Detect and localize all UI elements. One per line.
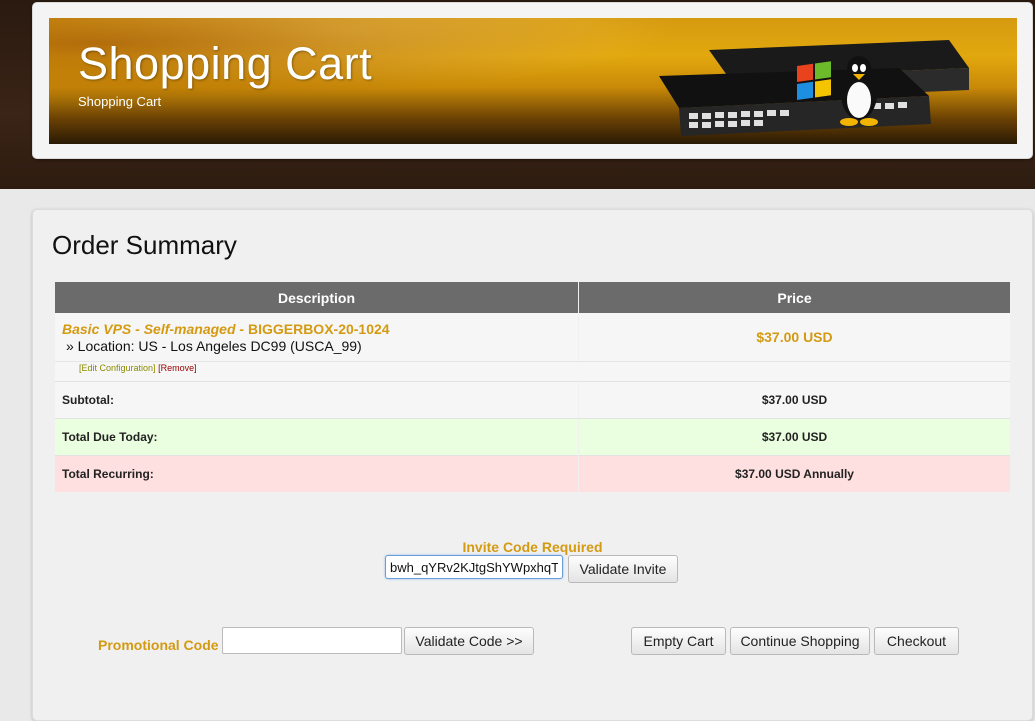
subtotal-label: Subtotal:	[55, 381, 578, 418]
edit-configuration-link[interactable]: [Edit Configuration]	[79, 363, 156, 373]
continue-shopping-button[interactable]: Continue Shopping	[730, 627, 870, 655]
due-today-row: Total Due Today: $37.00 USD	[55, 418, 1010, 455]
banner-subtitle: Shopping Cart	[78, 94, 162, 109]
checkout-button[interactable]: Checkout	[874, 627, 959, 655]
product-code: BIGGERBOX-20-1024	[247, 320, 390, 337]
product-separator: -	[235, 320, 248, 337]
product-name: Basic VPS - Self-managed	[62, 320, 236, 337]
product-location: » Location: US - Los Angeles DC99 (USCA_…	[66, 337, 362, 354]
column-description: Description	[55, 282, 578, 313]
empty-cart-button[interactable]: Empty Cart	[631, 627, 726, 655]
table-row: [Edit Configuration] [Remove]	[55, 361, 1010, 381]
order-table: Description Price Basic VPS - Self-manag…	[54, 282, 1011, 492]
column-price: Price	[579, 282, 1010, 313]
product-description: Basic VPS - Self-managed - BIGGERBOX-20-…	[55, 313, 578, 361]
order-panel: Order Summary Description Price Basic VP…	[32, 209, 1033, 721]
header-frame: Shopping Cart Shopping Cart	[32, 2, 1033, 159]
product-actions: [Edit Configuration] [Remove]	[55, 361, 1010, 381]
validate-invite-button[interactable]: Validate Invite	[568, 555, 678, 583]
promo-code-label: Promotional Code	[98, 637, 219, 653]
subtotal-row: Subtotal: $37.00 USD	[55, 381, 1010, 418]
validate-code-button[interactable]: Validate Code >>	[404, 627, 534, 655]
recurring-label: Total Recurring:	[55, 455, 578, 492]
header-banner: Shopping Cart Shopping Cart	[49, 18, 1017, 144]
promo-code-input[interactable]	[222, 627, 402, 654]
subtotal-value: $37.00 USD	[579, 381, 1010, 418]
recurring-value: $37.00 USD Annually	[579, 455, 1010, 492]
invite-code-input[interactable]	[385, 555, 563, 579]
recurring-row: Total Recurring: $37.00 USD Annually	[55, 455, 1010, 492]
server-switch-image	[659, 40, 969, 136]
invite-code-title: Invite Code Required	[462, 539, 603, 555]
due-today-label: Total Due Today:	[55, 418, 578, 455]
due-today-value: $37.00 USD	[579, 418, 1010, 455]
banner-title: Shopping Cart	[78, 38, 373, 89]
order-summary-heading: Order Summary	[52, 230, 237, 260]
remove-link[interactable]: [Remove]	[158, 363, 197, 373]
table-header-row: Description Price	[55, 282, 1010, 313]
table-row: Basic VPS - Self-managed - BIGGERBOX-20-…	[55, 313, 1010, 361]
product-price: $37.00 USD	[579, 313, 1010, 361]
